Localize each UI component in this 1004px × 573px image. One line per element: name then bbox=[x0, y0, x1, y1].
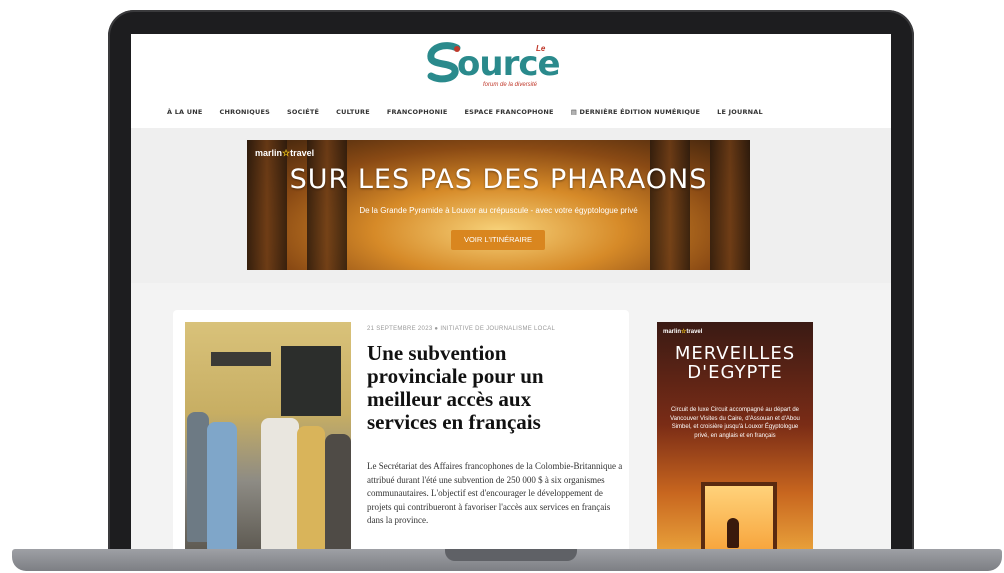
nav-item-francophonie[interactable]: FRANCOPHONIE bbox=[387, 108, 448, 116]
pillar-image bbox=[650, 140, 690, 270]
side-ad-text: Circuit de luxe Circuit accompagné au dé… bbox=[670, 407, 800, 439]
nav-item-le-journal[interactable]: LE JOURNAL bbox=[717, 108, 763, 116]
main-nav: À LA UNE CHRONIQUES SOCIÉTÉ CULTURE FRAN… bbox=[167, 108, 780, 116]
nav-item-espace-francophone[interactable]: ESPACE FRANCOPHONE bbox=[464, 108, 553, 116]
article-excerpt: Le Secrétariat des Affaires francophones… bbox=[367, 461, 623, 525]
side-ad-title: MERVEILLES D'EGYPTE bbox=[674, 343, 796, 383]
person bbox=[207, 422, 237, 550]
star-icon: ☆ bbox=[282, 148, 291, 158]
nav-item-culture[interactable]: CULTURE bbox=[336, 108, 370, 116]
nav-item-derniere-edition[interactable]: ▤ DERNIÈRE ÉDITION NUMÉRIQUE bbox=[571, 108, 700, 116]
silhouette-image bbox=[727, 518, 739, 548]
sidebar-ad[interactable]: marlin☆travel MERVEILLES D'EGYPTE Circui… bbox=[657, 322, 813, 550]
pillar-image bbox=[710, 140, 750, 270]
ad-banner[interactable]: marlin☆travel SUR LES PAS DES PHARAONS D… bbox=[247, 140, 750, 270]
person bbox=[187, 412, 209, 542]
person bbox=[261, 418, 299, 550]
pillar-image bbox=[247, 140, 287, 270]
banner-title: SUR LES PAS DES PHARAONS bbox=[289, 164, 708, 195]
wall-frames bbox=[211, 352, 271, 366]
site-logo[interactable]: ource Le forum de la diversité bbox=[423, 38, 583, 96]
banner-brand: marlin☆travel bbox=[255, 148, 315, 158]
laptop-notch bbox=[445, 549, 577, 561]
person bbox=[297, 426, 325, 550]
browser-viewport: ource Le forum de la diversité À LA UNE … bbox=[131, 34, 891, 550]
logo-tagline: forum de la diversité bbox=[483, 82, 538, 88]
article-photo[interactable] bbox=[185, 322, 351, 550]
banner-cta-button[interactable]: VOIR L'ITINÉRAIRE bbox=[451, 230, 545, 250]
doorway-image bbox=[701, 482, 777, 550]
article-headline[interactable]: Une subvention provinciale pour un meill… bbox=[367, 342, 597, 434]
article-meta: 21 SEPTEMBRE 2023 ● INITIATIVE DE JOURNA… bbox=[367, 326, 556, 332]
banner-subtitle: De la Grande Pyramide à Louxor au crépus… bbox=[359, 206, 638, 215]
logo-le: Le bbox=[536, 44, 546, 53]
nav-item-chroniques[interactable]: CHRONIQUES bbox=[220, 108, 271, 116]
person bbox=[325, 434, 351, 550]
pillar-image bbox=[307, 140, 347, 270]
side-ad-brand: marlin☆travel bbox=[663, 329, 703, 335]
nav-item-societe[interactable]: SOCIÉTÉ bbox=[287, 108, 319, 116]
nav-item-a-la-une[interactable]: À LA UNE bbox=[167, 108, 203, 116]
blackboard bbox=[281, 346, 341, 416]
